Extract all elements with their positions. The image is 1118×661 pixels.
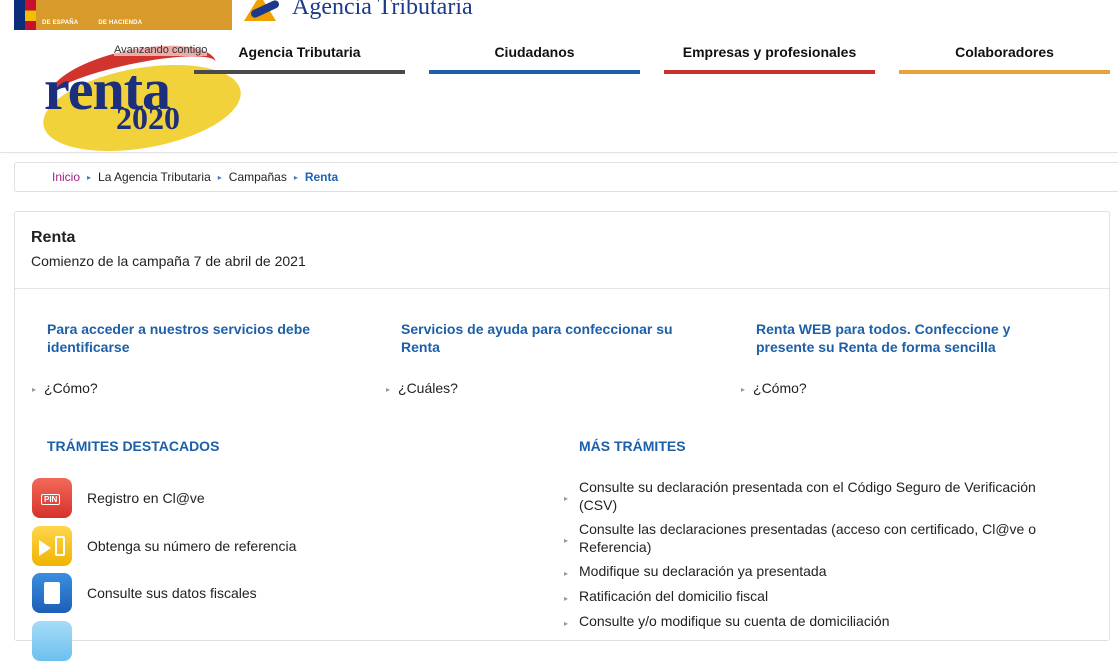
feature-help-services-title[interactable]: Servicios de ayuda para confeccionar su … — [401, 320, 691, 356]
breadcrumb-campanas[interactable]: Campañas — [229, 170, 287, 184]
more-procedure-domicilio[interactable]: ▸ Ratificación del domicilio fiscal — [564, 587, 1064, 605]
arrow-right-icon: ▸ — [564, 536, 569, 545]
more-procedure-modificar[interactable]: ▸ Modifique su declaración ya presentada — [564, 562, 1064, 580]
feature-identify: Para acceder a nuestros servicios debe i… — [47, 320, 337, 356]
panel-header: Renta Comienzo de la campaña 7 de abril … — [15, 212, 1109, 289]
feature-identify-link[interactable]: ▸ ¿Cómo? — [32, 380, 98, 396]
agency-mark-icon — [240, 0, 286, 21]
procedure-icon — [32, 621, 72, 661]
reference-number-icon — [32, 526, 72, 566]
procedure-datos-fiscales[interactable]: Consulte sus datos fiscales — [32, 573, 257, 613]
procedure-label: Consulte sus datos fiscales — [87, 585, 257, 601]
pin-icon — [32, 478, 72, 518]
breadcrumb-agencia[interactable]: La Agencia Tributaria — [98, 170, 211, 184]
breadcrumb-inicio[interactable]: Inicio — [52, 170, 80, 184]
nav-agencia-tributaria[interactable]: Agencia Tributaria — [194, 40, 405, 74]
nav-ciudadanos[interactable]: Ciudadanos — [429, 40, 640, 74]
arrow-right-icon: ▸ — [564, 494, 569, 503]
page-title: Renta — [31, 229, 76, 246]
arrow-right-icon: ▸ — [564, 594, 569, 603]
more-procedure-cuenta[interactable]: ▸ Consulte y/o modifique su cuenta de do… — [564, 612, 1064, 630]
nav-colaboradores[interactable]: Colaboradores — [899, 40, 1110, 74]
arrow-right-icon: ▸ — [741, 385, 746, 394]
feature-help-services-link[interactable]: ▸ ¿Cuáles? — [386, 380, 458, 396]
tax-data-icon — [32, 573, 72, 613]
government-logo: DE ESPAÑA DE HACIENDA — [14, 0, 232, 30]
campaign-start-date: Comienzo de la campaña 7 de abril de 202… — [31, 253, 306, 269]
procedure-label: Obtenga su número de referencia — [87, 538, 297, 554]
logo-year: 2020 — [116, 100, 180, 136]
arrow-right-icon: ▸ — [564, 619, 569, 628]
agency-logo-text: Agencia Tributaria — [292, 0, 473, 20]
feature-renta-web-link[interactable]: ▸ ¿Cómo? — [741, 380, 807, 396]
more-procedures-title: MÁS TRÁMITES — [579, 438, 686, 454]
featured-procedures-title: TRÁMITES DESTACADOS — [47, 438, 220, 454]
feature-renta-web: Renta WEB para todos. Confeccione y pres… — [756, 320, 1046, 356]
spain-flag-icon — [14, 0, 36, 30]
arrow-right-icon: ▸ — [32, 385, 37, 394]
breadcrumb-separator-icon: ▸ — [293, 172, 298, 182]
main-navigation: Agencia Tributaria Ciudadanos Empresas y… — [194, 40, 1110, 74]
feature-help-services: Servicios de ayuda para confeccionar su … — [401, 320, 691, 356]
more-procedure-declaraciones[interactable]: ▸ Consulte las declaraciones presentadas… — [564, 520, 1064, 556]
gov-logo-text-1: DE ESPAÑA — [42, 20, 79, 26]
breadcrumb-separator-icon: ▸ — [217, 172, 222, 182]
gov-logo-text-2: DE HACIENDA — [98, 20, 143, 26]
procedure-numero-referencia[interactable]: Obtenga su número de referencia — [32, 526, 296, 566]
feature-renta-web-title[interactable]: Renta WEB para todos. Confeccione y pres… — [756, 320, 1046, 356]
arrow-right-icon: ▸ — [564, 569, 569, 578]
procedure-partial[interactable] — [32, 621, 72, 661]
breadcrumb: Inicio ▸ La Agencia Tributaria ▸ Campaña… — [14, 162, 1118, 192]
more-procedure-csv[interactable]: ▸ Consulte su declaración presentada con… — [564, 478, 1064, 514]
procedure-registro-clave[interactable]: Registro en Cl@ve — [32, 478, 205, 518]
agency-logo[interactable]: Agencia Tributaria — [240, 0, 473, 21]
arrow-right-icon: ▸ — [386, 385, 391, 394]
header-divider — [0, 152, 1118, 153]
procedure-label: Registro en Cl@ve — [87, 490, 205, 506]
renta-panel: Renta Comienzo de la campaña 7 de abril … — [14, 211, 1110, 661]
feature-identify-title[interactable]: Para acceder a nuestros servicios debe i… — [47, 320, 337, 356]
breadcrumb-renta-current: Renta — [304, 170, 339, 184]
nav-empresas-profesionales[interactable]: Empresas y profesionales — [664, 40, 875, 74]
breadcrumb-separator-icon: ▸ — [87, 172, 92, 182]
